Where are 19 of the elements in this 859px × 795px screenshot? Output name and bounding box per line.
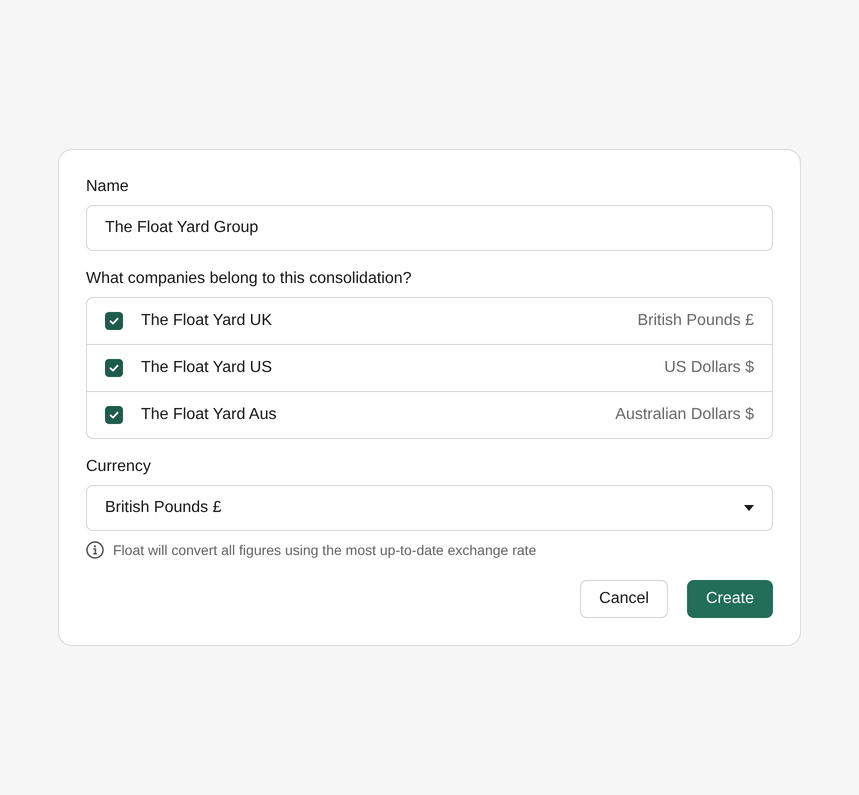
company-currency: US Dollars $ [664,359,754,377]
info-note: Float will convert all figures using the most up-to-date exchange rate [113,541,536,559]
company-currency: British Pounds £ [637,312,754,330]
field-label: What companies belong to this consolidation? [86,269,412,289]
info-icon [86,541,104,559]
name-input[interactable]: The Float Yard Group [86,205,773,251]
company-currency: Australian Dollars $ [615,406,754,424]
create-button[interactable]: Create [686,580,773,618]
caret-icon [744,505,754,511]
checkbox[interactable] [105,359,123,377]
company-name: The Float Yard UK [141,312,272,330]
company-name: The Float Yard Aus [141,406,276,424]
cancel-button[interactable]: Cancel [580,580,668,618]
currency-select[interactable]: British Pounds £ [86,485,773,531]
checkbox[interactable] [105,406,123,424]
company-name: The Float Yard US [141,359,272,377]
field-label: Name [86,177,129,197]
field-label: Currency [86,457,151,477]
checkbox[interactable] [105,312,123,330]
